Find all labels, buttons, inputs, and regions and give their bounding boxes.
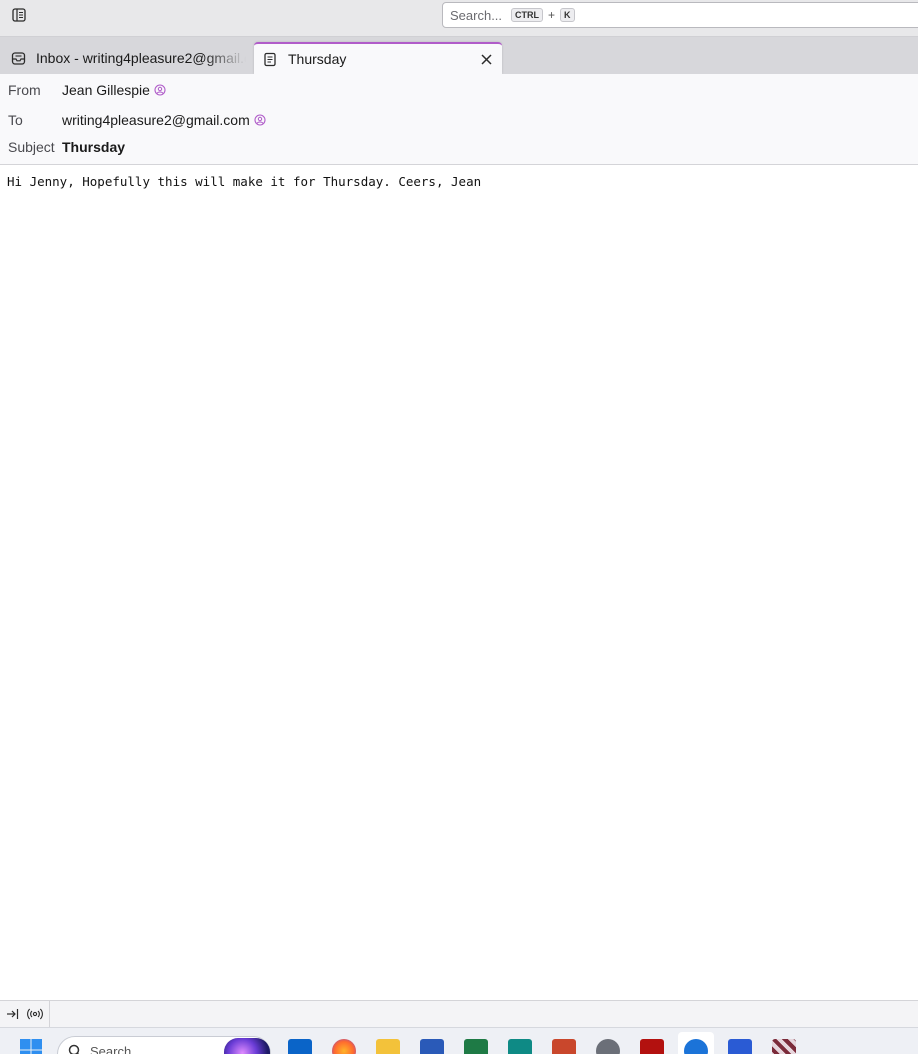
from-sender[interactable]: Jean Gillespie bbox=[62, 82, 166, 98]
os-taskbar: Search bbox=[0, 1027, 918, 1054]
inbox-icon bbox=[11, 50, 27, 66]
excel-icon[interactable] bbox=[464, 1039, 488, 1054]
photo-app-icon[interactable] bbox=[772, 1039, 796, 1054]
firefox-icon[interactable] bbox=[332, 1039, 356, 1054]
from-row: From Jean Gillespie bbox=[8, 82, 166, 98]
tab-inbox-label: Inbox - writing4pleasure2@gmail.com bbox=[36, 50, 246, 66]
file-explorer-icon[interactable] bbox=[376, 1039, 400, 1054]
outlook-icon[interactable] bbox=[288, 1039, 312, 1054]
to-recipient[interactable]: writing4pleasure2@gmail.com bbox=[62, 112, 266, 128]
word-icon[interactable] bbox=[420, 1039, 444, 1054]
contact-icon[interactable] bbox=[154, 84, 166, 96]
contact-icon[interactable] bbox=[254, 114, 266, 126]
tab-thursday-label: Thursday bbox=[288, 51, 346, 67]
message-icon bbox=[263, 51, 279, 67]
acrobat-icon[interactable] bbox=[640, 1039, 664, 1054]
to-label: To bbox=[8, 112, 62, 128]
message-body: Hi Jenny, Hopefully this will make it fo… bbox=[7, 174, 481, 189]
message-header: From Jean Gillespie To writing4pleasure2… bbox=[0, 74, 918, 165]
shortcut-k-key: K bbox=[560, 8, 575, 22]
search-placeholder: Search... bbox=[450, 8, 502, 23]
to-row: To writing4pleasure2@gmail.com bbox=[8, 112, 266, 128]
thunderbird-active-slot[interactable] bbox=[678, 1032, 714, 1054]
windows-start-icon[interactable] bbox=[20, 1039, 42, 1054]
subject-label: Subject bbox=[8, 139, 62, 155]
thunderbird-icon bbox=[684, 1039, 708, 1054]
online-status-icon[interactable] bbox=[27, 1006, 43, 1022]
from-label: From bbox=[8, 82, 62, 98]
top-toolbar: Search... CTRL + K bbox=[0, 0, 918, 37]
publisher-icon[interactable] bbox=[508, 1039, 532, 1054]
status-divider bbox=[49, 1001, 50, 1027]
sidebar-toggle-icon[interactable] bbox=[10, 6, 28, 24]
status-bar bbox=[0, 1000, 918, 1027]
snipping-tool-icon[interactable] bbox=[728, 1039, 752, 1054]
search-highlight-image[interactable] bbox=[224, 1038, 270, 1054]
subject-row: Subject Thursday bbox=[8, 139, 125, 155]
from-sender-name: Jean Gillespie bbox=[62, 82, 150, 98]
tab-inbox[interactable]: Inbox - writing4pleasure2@gmail.com bbox=[0, 42, 252, 74]
to-recipient-address: writing4pleasure2@gmail.com bbox=[62, 112, 250, 128]
close-tab-icon[interactable] bbox=[478, 51, 494, 67]
tab-thursday[interactable]: Thursday bbox=[254, 42, 502, 74]
global-search-input[interactable]: Search... CTRL + K bbox=[442, 2, 918, 28]
powerpoint-icon[interactable] bbox=[552, 1039, 576, 1054]
collapse-pane-icon[interactable] bbox=[4, 1006, 20, 1022]
shortcut-plus: + bbox=[548, 8, 555, 22]
settings-icon[interactable] bbox=[596, 1039, 620, 1054]
shortcut-ctrl-key: CTRL bbox=[511, 8, 543, 22]
tab-strip: Inbox - writing4pleasure2@gmail.com Thur… bbox=[0, 37, 918, 74]
subject-value: Thursday bbox=[62, 139, 125, 155]
